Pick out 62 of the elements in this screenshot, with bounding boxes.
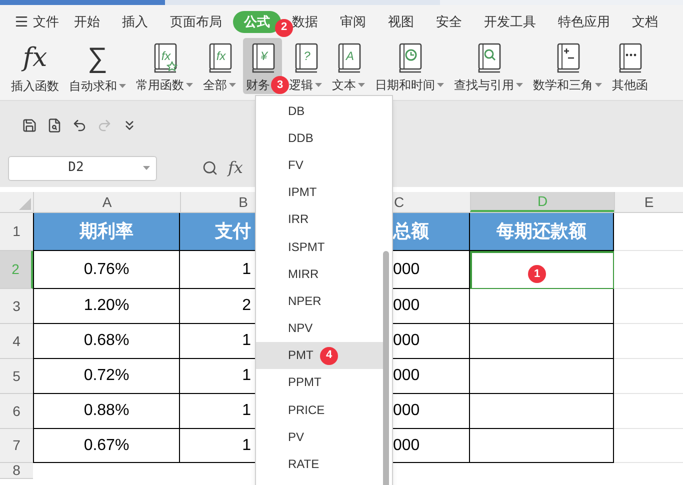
header-cell: 每期还款额 [470, 213, 614, 251]
function-icon[interactable]: fx [228, 156, 243, 180]
print-preview-icon[interactable] [47, 118, 62, 132]
ribbon-button[interactable]: 数学和三角 [530, 38, 605, 94]
caret-icon [437, 83, 444, 87]
row-header[interactable]: 1 [0, 213, 33, 251]
ribbon-button[interactable]: fx 常用函数 [133, 38, 196, 94]
table-cell: 0.88% [33, 394, 180, 429]
column-header[interactable]: E [614, 192, 683, 212]
file-menu[interactable]: 文件 [14, 12, 59, 32]
menu-tab[interactable]: 文档 [621, 10, 669, 32]
caret-icon [119, 84, 126, 88]
caret-icon [186, 83, 193, 87]
function-icon: fx [22, 42, 48, 74]
ribbon-button[interactable]: fx 全部 [200, 38, 239, 94]
step-badge: 1 [528, 265, 546, 283]
menu-tab[interactable]: 开发工具 [473, 10, 547, 32]
sigma-icon: ∑ [88, 42, 108, 74]
caret-icon [229, 83, 236, 87]
table-cell: 0.67% [33, 429, 180, 463]
table-cell: 0.72% [33, 359, 180, 394]
menu-tab[interactable]: 页面布局 [159, 10, 233, 32]
menu-icon [14, 14, 29, 29]
menu-tab[interactable]: 特色应用 [547, 10, 621, 32]
ribbon-button[interactable]: ? 逻辑 [286, 38, 325, 94]
ribbon-button[interactable]: 日期和时间 [372, 38, 447, 94]
scrollbar[interactable] [383, 251, 389, 485]
ribbon-button[interactable]: 其他函 [609, 38, 651, 94]
caret-icon [595, 83, 602, 87]
column-header[interactable]: A [33, 192, 180, 212]
table-cell: 0.76% [33, 251, 180, 289]
row-header[interactable]: 3 [0, 289, 33, 324]
row-header[interactable]: 7 [0, 429, 33, 463]
menu-item[interactable]: FV [256, 151, 384, 179]
ribbon-button[interactable]: A 文本 [329, 38, 368, 94]
header-cell: 期利率 [33, 213, 180, 251]
zoom-icon[interactable] [202, 160, 218, 176]
caret-icon [315, 83, 322, 87]
menu-tab[interactable]: 安全 [425, 10, 473, 32]
step-badge: 2 [275, 18, 293, 36]
table-cell: 0.68% [33, 324, 180, 359]
row-header[interactable]: 6 [0, 394, 33, 429]
ribbon-button[interactable]: ∑ 自动求和 [66, 38, 129, 94]
menu-tab[interactable]: 审阅 [329, 10, 377, 32]
caret-icon [143, 166, 150, 170]
name-box[interactable]: D2 [8, 156, 157, 180]
row-header[interactable]: 4 [0, 324, 33, 359]
undo-icon[interactable] [72, 118, 87, 132]
table-cell: 1.20% [33, 289, 180, 324]
caret-icon [358, 83, 365, 87]
save-icon[interactable] [22, 118, 37, 132]
ribbon-button[interactable]: fx 插入函数 [8, 38, 62, 94]
menu-tab[interactable]: 插入 [111, 10, 159, 32]
row-header[interactable]: 8 [0, 463, 33, 479]
menu-item[interactable]: DDB [256, 124, 384, 152]
menu-item[interactable]: DB [256, 97, 384, 124]
step-badge: 3 [271, 76, 289, 94]
menu-tab[interactable]: 开始 [63, 10, 111, 32]
caret-icon [516, 83, 523, 87]
row-header[interactable]: 5 [0, 359, 33, 394]
menu-tab[interactable]: 视图 [377, 10, 425, 32]
ribbon-button[interactable]: 查找与引用 [451, 38, 526, 94]
